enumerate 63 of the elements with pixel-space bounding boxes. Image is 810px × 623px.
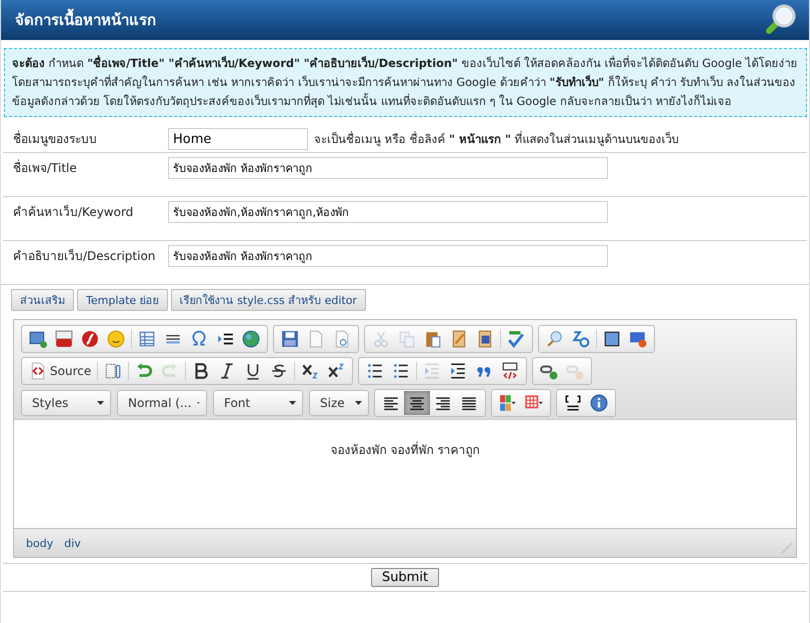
preview-icon (333, 330, 351, 348)
notice-text: จะต้อง กำหนด "ชื่อเพจ/Title" "คำค้นหาเว็บ/Keyword" "คำอธิบายเว็บ/Description" ของเว็บไซต์ ให้สอดคล้องกัน เพื่อที่จะได้ติดอันดับ Google ได้โดยง่าย โดยสามารถระบุคำที่สำคัญในการค้นหา เช่น หากเราคิดว่า เว็บเราน่าจะมีการค้นหาผ่านทาง Google ด้วยคำว่า "รับทำเว็บ" ก็ให้ระบุ คำว่า รับทำเว็บ ลงในส่วนของข้อมูลดังกล่าวด้วย โดยให้ตรงกับวัตถุประสงค์ของเว็บเรามากที่สุด ไม่เช่นนั้น แทนที่จะติดอันดับแรก ๆ ใน Google กลับจะกลายเป็นว่า หายังไงก็ไม่เจอ (4, 48, 807, 117)
bullet-list-icon (392, 362, 410, 380)
div-icon (501, 362, 520, 380)
flash-icon (81, 330, 99, 348)
search-icon (546, 330, 564, 348)
resize-grip-icon (782, 543, 792, 553)
source-icon (29, 362, 47, 380)
tool-button[interactable]: ส่วนเสริม (11, 289, 74, 311)
smiley-icon (107, 330, 125, 348)
text-input[interactable]: รับจองห้องพัก ห้องพักราคาถูก (168, 157, 608, 179)
table-icon (138, 330, 156, 348)
content-text: จองห้องพัก จองที่พัก ราคาถูก (330, 440, 480, 459)
field-label: คำอธิบายเว็บ/Description (12, 248, 156, 265)
field-label: ชื่อเมนูของระบบ (12, 130, 98, 148)
text-input[interactable]: รับจองห้องพัก ห้องพักราคาถูก (168, 245, 608, 267)
caret-icon (289, 401, 296, 405)
notepad-icon (450, 330, 468, 348)
tool-button[interactable]: เรียกใช้งาน style.css สำหรับ editor (170, 289, 366, 311)
element-path-link[interactable]: div (64, 536, 81, 550)
outdent-icon (423, 362, 442, 380)
dropdown[interactable]: Styles (21, 390, 111, 416)
element-path-link[interactable]: body (26, 536, 54, 550)
dropdown[interactable]: Size (309, 390, 369, 416)
magnifier-icon (763, 3, 797, 37)
page-icon (307, 330, 325, 348)
text-input[interactable]: รับจองห้องพัก,ห้องพักราคาถูก,ห้องพัก (168, 201, 608, 223)
tool-button[interactable]: Template ย่อย (77, 289, 168, 311)
blocks-icon (104, 362, 122, 380)
copy-icon (398, 330, 416, 348)
field-label: ชื่อเพจ/Title (12, 158, 78, 177)
video-icon (55, 330, 73, 348)
indent-icon (449, 362, 468, 380)
submit-button[interactable]: Submit (370, 568, 440, 587)
field-label: คำค้นหาเว็บ/Keyword (12, 204, 134, 221)
menu-name-input[interactable]: Home (168, 128, 308, 150)
undo-icon (135, 362, 154, 380)
omega-icon (190, 330, 208, 348)
caret-icon (197, 401, 200, 405)
caret-icon (355, 401, 362, 405)
toolbar-button[interactable]: Source (25, 359, 96, 383)
save-icon (281, 330, 299, 348)
info-icon (590, 394, 608, 412)
page-title: จัดการเนื้อหาหน้าแรก (15, 8, 156, 32)
redo-icon (161, 362, 180, 380)
caret-icon (97, 401, 104, 405)
dropdown[interactable]: Font (213, 390, 303, 416)
superscript-icon (327, 362, 346, 380)
color-palette-icon (499, 394, 517, 412)
maximize-icon (603, 330, 621, 348)
subscript-icon (301, 362, 320, 380)
scissors-icon (372, 330, 390, 348)
image-icon (29, 330, 47, 348)
globe-icon (242, 330, 260, 348)
dropdown[interactable]: Normal (... (117, 390, 207, 416)
code-icon (564, 394, 582, 412)
toolbar-button[interactable] (404, 391, 430, 415)
document-icon (476, 330, 494, 348)
spellcheck-icon (507, 330, 525, 348)
hint-text: จะเป็นชื่อเมนู หรือ ชื่อลิงค์ " หน้าแรก " ที่แสดงในส่วนเมนูด้านบนของเว็บ (314, 130, 679, 148)
clipboard-icon (424, 330, 442, 348)
strikethrough-icon (270, 362, 288, 380)
html-icon (629, 330, 647, 348)
